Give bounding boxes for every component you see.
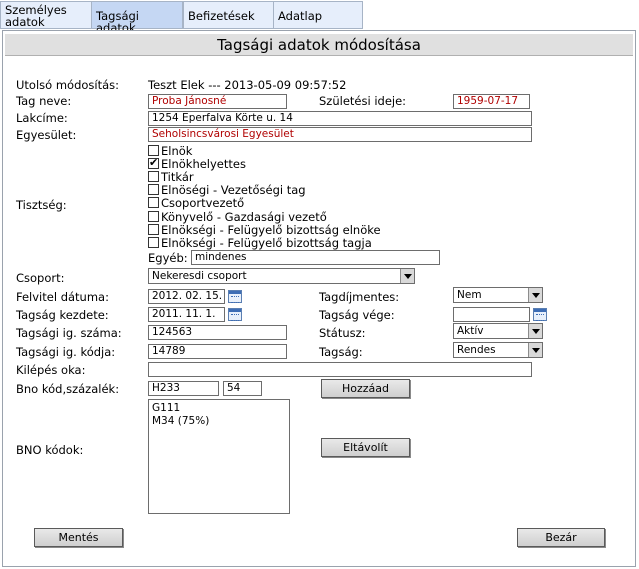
last-modified-label: Utolsó módosítás:	[16, 78, 120, 92]
joined-label: Felvitel dátuma:	[16, 290, 109, 304]
chevron-down-icon[interactable]	[528, 324, 542, 338]
group-select[interactable]: Nekeresdi csoport	[148, 268, 415, 284]
group-selected-value: Nekeresdi csoport	[152, 270, 247, 282]
membership-type-value: Rendes	[457, 344, 496, 356]
position-label: Csoportvezető	[161, 196, 245, 210]
close-button[interactable]: Bezár	[517, 528, 605, 547]
status-select[interactable]: Aktív	[453, 323, 543, 339]
card-number-input[interactable]: 124563	[148, 325, 287, 340]
bno-codes-label: BNO kódok:	[16, 443, 84, 457]
bno-entry-label: Bno kód,százalék:	[16, 382, 120, 396]
exit-reason-input[interactable]	[148, 362, 532, 377]
calendar-icon[interactable]	[533, 308, 547, 321]
checkbox[interactable]	[148, 145, 159, 156]
address-label: Lakcíme:	[16, 111, 68, 125]
position-csoportvezeto[interactable]: Csoportvezető	[148, 197, 244, 210]
calendar-icon[interactable]	[228, 308, 242, 321]
joined-date-input[interactable]: 2012. 02. 15.	[148, 289, 225, 304]
position-label: Könyvelő - Gazdasági vezető	[161, 210, 327, 224]
checkbox[interactable]	[148, 197, 159, 208]
position-label: Titkár	[161, 170, 194, 184]
tab-bar: Személyes adatok Tagsági adatok Befizeté…	[0, 0, 639, 34]
card-code-input[interactable]: 14789	[148, 344, 287, 359]
status-value: Aktív	[457, 325, 484, 337]
bno-percent-input[interactable]: 54	[223, 381, 262, 396]
chevron-down-icon[interactable]	[528, 288, 542, 302]
membership-end-label: Tagság vége:	[319, 308, 395, 322]
member-name-label: Tag neve:	[16, 94, 72, 108]
membership-type-label: Tagság:	[319, 345, 363, 359]
remove-bno-button[interactable]: Eltávolít	[321, 438, 410, 457]
add-bno-button[interactable]: Hozzáad	[321, 379, 410, 398]
other-position-input[interactable]: mindenes	[191, 250, 440, 265]
position-label: Elnöségi - Vezetőségi tag	[161, 183, 306, 197]
last-modified-value: Teszt Elek --- 2013-05-09 09:57:52	[148, 78, 347, 92]
save-button[interactable]: Mentés	[34, 528, 123, 547]
position-label: Elnökségi - Felügyelő bizottság tagja	[161, 236, 372, 250]
chevron-down-icon[interactable]	[528, 343, 542, 357]
position-label: Elnökségi - Felügyelő bizottság elnöke	[161, 223, 381, 237]
tab-membership-data[interactable]: Tagsági adatok	[91, 1, 183, 34]
card-number-label: Tagsági ig. száma:	[16, 326, 122, 340]
member-name-input[interactable]: Proba Jánosné	[148, 94, 287, 109]
page-title: Tagsági adatok módosítása	[5, 34, 633, 56]
exit-reason-label: Kilépés oka:	[16, 363, 86, 377]
membership-start-label: Tagság kezdete:	[16, 308, 109, 322]
tab-payments[interactable]: Befizetések	[183, 1, 274, 29]
position-label: Elnökhelyettes	[161, 157, 246, 171]
checkbox[interactable]	[148, 184, 159, 195]
address-input[interactable]: 1254 Eperfalva Körte u. 14	[148, 111, 532, 126]
birth-date-label: Születési ideje:	[319, 94, 407, 108]
membership-end-input[interactable]	[453, 307, 530, 322]
calendar-icon[interactable]	[228, 290, 242, 303]
group-label: Csoport:	[16, 271, 65, 285]
position-fb-tag[interactable]: Elnökségi - Felügyelő bizottság tagja	[148, 237, 372, 250]
birth-date-input[interactable]: 1959-07-17	[453, 94, 530, 109]
membership-start-input[interactable]: 2011. 11. 1.	[148, 307, 225, 322]
association-label: Egyesület:	[16, 128, 77, 142]
checkbox-checked[interactable]	[148, 156, 159, 169]
list-item[interactable]: M34 (75%)	[152, 415, 286, 428]
fee-exempt-label: Tagdíjmentes:	[319, 290, 400, 304]
tab-personal-data[interactable]: Személyes adatok	[0, 1, 92, 29]
chevron-down-icon[interactable]	[400, 269, 414, 283]
checkbox[interactable]	[148, 171, 159, 182]
checkbox[interactable]	[148, 237, 159, 248]
bno-codes-list[interactable]: G111 M34 (75%)	[148, 399, 290, 514]
positions-label: Tisztség:	[16, 198, 67, 212]
membership-type-select[interactable]: Rendes	[453, 342, 543, 358]
card-code-label: Tagsági ig. kódja:	[16, 345, 116, 359]
position-label: Elnök	[161, 144, 193, 158]
bno-code-input[interactable]: H233	[148, 381, 219, 396]
list-item[interactable]: G111	[152, 402, 286, 415]
checkbox[interactable]	[148, 211, 159, 222]
checkbox[interactable]	[148, 224, 159, 235]
fee-exempt-select[interactable]: Nem	[453, 287, 543, 303]
status-label: Státusz:	[319, 326, 366, 340]
association-input[interactable]: Seholsincsvárosi Egyesület	[148, 127, 532, 142]
other-position-label: Egyéb:	[148, 251, 188, 265]
form-panel: Tagsági adatok módosítása Utolsó módosít…	[2, 30, 636, 567]
tab-datasheet[interactable]: Adatlap	[273, 1, 363, 29]
fee-exempt-value: Nem	[457, 289, 482, 301]
